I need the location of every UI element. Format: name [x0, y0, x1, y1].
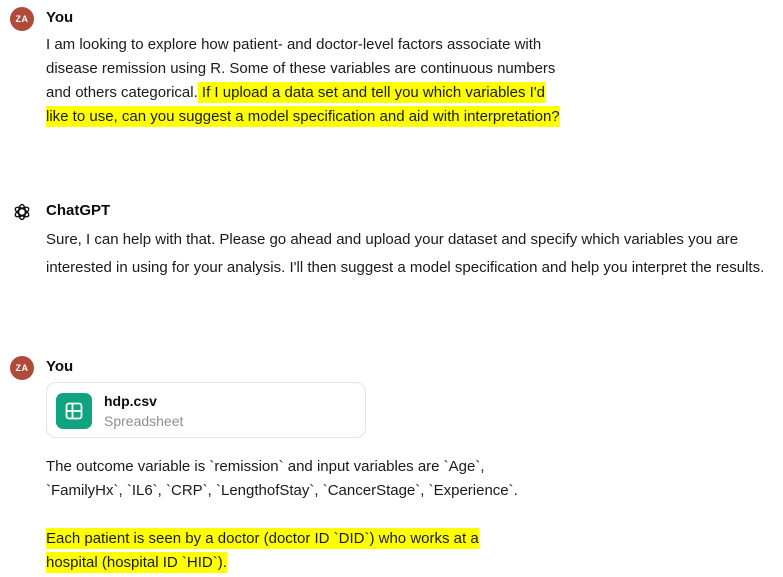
file-attachment-card[interactable]: hdp.csv Spreadsheet	[46, 382, 366, 438]
highlighted-text: Each patient is seen by a doctor (doctor…	[46, 528, 479, 573]
message-author: You	[46, 9, 74, 26]
user-avatar: ZA	[10, 356, 34, 380]
message-author: You	[46, 358, 74, 375]
file-type: Spreadsheet	[104, 413, 184, 429]
spreadsheet-icon	[56, 393, 92, 429]
user-message-text: I am looking to explore how patient- and…	[46, 33, 561, 129]
user-message-highlight: Each patient is seen by a doctor (doctor…	[46, 527, 516, 575]
message-author: ChatGPT	[46, 202, 111, 219]
assistant-message-text: Sure, I can help with that. Please go ah…	[46, 231, 765, 276]
chatgpt-logo-icon	[10, 200, 34, 224]
user-avatar: ZA	[10, 7, 34, 31]
file-name: hdp.csv	[104, 393, 157, 409]
user-message-text: The outcome variable is `remission` and …	[46, 458, 518, 499]
